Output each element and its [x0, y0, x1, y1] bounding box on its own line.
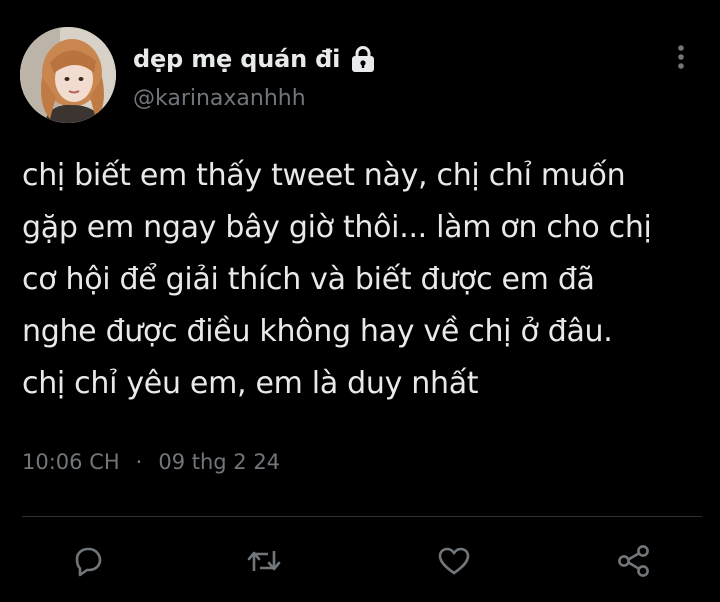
- meta-separator: ·: [135, 450, 143, 474]
- divider: [22, 516, 702, 517]
- share-icon: [616, 544, 652, 578]
- retweet-button[interactable]: [244, 541, 284, 581]
- action-bar: [0, 535, 720, 585]
- tweet-date[interactable]: 09 thg 2 24: [158, 450, 280, 474]
- like-button[interactable]: [434, 541, 474, 581]
- username[interactable]: @karinaxanhhh: [133, 86, 306, 111]
- retweet-icon: [245, 544, 283, 578]
- heart-icon: [437, 545, 471, 577]
- more-vertical-icon: [677, 44, 685, 74]
- tweet-time[interactable]: 10:06 CH: [22, 450, 120, 474]
- tweet-meta: 10:06 CH · 09 thg 2 24: [22, 450, 280, 474]
- reply-button[interactable]: [68, 541, 108, 581]
- display-name[interactable]: dẹp mẹ quán đi: [133, 45, 340, 73]
- tweet: dẹp mẹ quán đi @karinaxanhhh chị biết em…: [0, 0, 720, 602]
- reply-icon: [71, 544, 105, 578]
- more-button[interactable]: [666, 44, 696, 74]
- lock-icon: [350, 45, 376, 73]
- avatar[interactable]: [20, 27, 116, 123]
- share-button[interactable]: [614, 541, 654, 581]
- tweet-text: chị biết em thấy tweet này, chị chỉ muốn…: [22, 158, 652, 401]
- display-name-row: dẹp mẹ quán đi: [133, 40, 376, 78]
